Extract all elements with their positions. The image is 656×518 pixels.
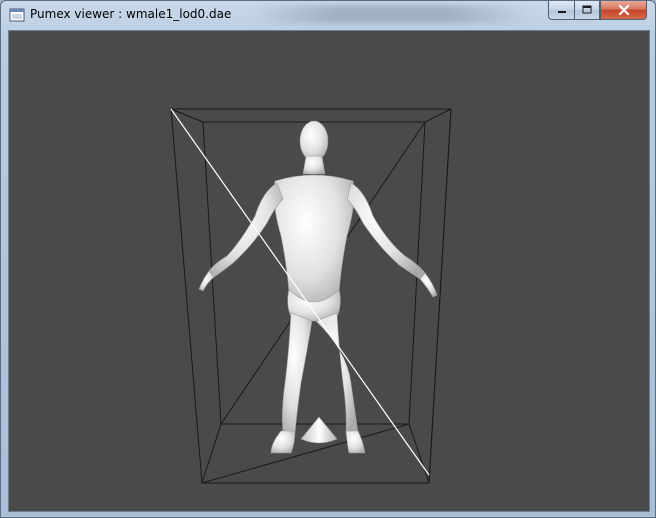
title-bar[interactable]: Pumex viewer : wmale1_lod0.dae <box>1 1 655 29</box>
scene-canvas[interactable] <box>9 31 650 512</box>
origin-cone <box>300 416 338 444</box>
close-icon <box>618 4 629 16</box>
title-bar-glass <box>251 5 531 23</box>
window-title: Pumex viewer : wmale1_lod0.dae <box>30 7 232 21</box>
render-viewport[interactable] <box>8 30 650 512</box>
minimize-icon <box>557 11 566 13</box>
app-window: Pumex viewer : wmale1_lod0.dae <box>0 0 656 518</box>
close-button[interactable] <box>600 1 647 20</box>
maximize-icon <box>582 5 592 14</box>
maximize-button[interactable] <box>574 1 600 20</box>
caption-buttons <box>548 1 647 21</box>
diagonal-line <box>170 108 430 476</box>
minimize-button[interactable] <box>548 1 574 20</box>
app-icon[interactable] <box>9 7 25 23</box>
